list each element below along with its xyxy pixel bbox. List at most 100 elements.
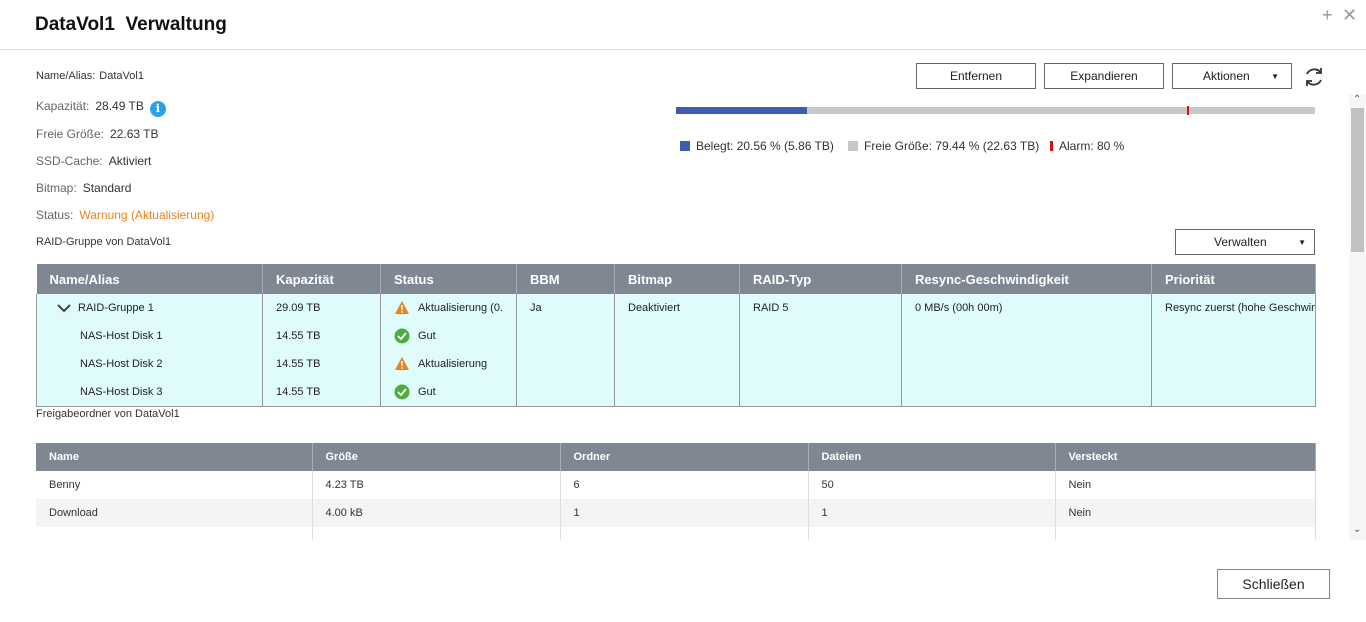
shares-table: Name Größe Ordner Dateien Versteckt Benn…: [36, 443, 1316, 540]
free-size-label: Freie Größe:: [36, 127, 105, 141]
col-share-folders[interactable]: Ordner: [560, 443, 809, 471]
vertical-scrollbar[interactable]: ⌃ ⌄: [1349, 94, 1366, 540]
col-capacity[interactable]: Kapazität: [262, 264, 381, 294]
table-row-clipped[interactable]: [36, 527, 1316, 540]
maximize-icon[interactable]: +: [1322, 5, 1333, 26]
close-icon[interactable]: ✕: [1342, 5, 1357, 26]
info-icon[interactable]: i: [149, 101, 166, 117]
col-share-name[interactable]: Name: [36, 443, 313, 471]
legend-alarm: Alarm: 80 %: [1050, 139, 1124, 153]
share-name: [36, 527, 313, 540]
share-files: 50: [808, 471, 1056, 499]
share-name: Benny: [36, 471, 313, 499]
raid-group-name: RAID-Gruppe 1: [78, 302, 154, 314]
share-size: 4.00 kB: [312, 499, 561, 527]
disk-capacity: 14.55 TB: [276, 330, 321, 342]
col-share-files[interactable]: Dateien: [808, 443, 1056, 471]
status-row: Status: Warnung (Aktualisierung): [36, 208, 214, 222]
free-size-value: 22.63 TB: [110, 127, 159, 141]
ssd-cache-row: SSD-Cache: Aktiviert: [36, 154, 151, 168]
bitmap-cell: Deaktiviert: [614, 294, 740, 407]
disk-row[interactable]: NAS-Host Disk 2: [50, 350, 249, 378]
scroll-up-icon[interactable]: ⌃: [1353, 94, 1361, 105]
shares-section-label: Freigabeordner von DataVol1: [36, 408, 180, 420]
bitmap-row: Bitmap: Standard: [36, 181, 131, 195]
free-size-row: Freie Größe: 22.63 TB: [36, 127, 159, 141]
legend-alarm-swatch: [1050, 141, 1053, 151]
legend-free-swatch: [848, 141, 858, 151]
capacity-cells: 29.09 TB 14.55 TB 14.55 TB 14.55 TB: [262, 294, 381, 407]
usage-bar: [676, 106, 1315, 115]
legend-used-swatch: [680, 141, 690, 151]
resync-cell: 0 MB/s (00h 00m): [901, 294, 1152, 407]
table-row[interactable]: Download 4.00 kB 1 1 Nein: [36, 499, 1316, 527]
actions-dropdown[interactable]: Aktionen ▼: [1172, 63, 1292, 89]
legend-alarm-text: Alarm: 80 %: [1059, 139, 1125, 153]
name-value: DataVol1: [99, 70, 144, 82]
remove-button[interactable]: Entfernen: [916, 63, 1036, 89]
legend-used-text: Belegt: 20.56 % (5.86 TB): [696, 139, 834, 153]
raid-type-cell: RAID 5: [739, 294, 902, 407]
capacity-label: Kapazität:: [36, 99, 90, 113]
share-folders: 6: [560, 471, 809, 499]
scroll-down-icon[interactable]: ⌄: [1353, 524, 1361, 535]
warning-icon: [395, 357, 409, 370]
share-files: [808, 527, 1056, 540]
status-text: Gut: [418, 330, 436, 342]
col-name[interactable]: Name/Alias: [36, 264, 263, 294]
disk-capacity: 14.55 TB: [276, 358, 321, 370]
table-row[interactable]: Benny 4.23 TB 6 50 Nein: [36, 471, 1316, 499]
share-size: [312, 527, 561, 540]
disk-row[interactable]: NAS-Host Disk 1: [50, 322, 249, 350]
close-button[interactable]: Schließen: [1217, 569, 1330, 599]
warning-icon: [395, 301, 409, 314]
raid-type-value: RAID 5: [753, 302, 789, 314]
col-bbm[interactable]: BBM: [516, 264, 615, 294]
priority-cell: Resync zuerst (hohe Geschwindigkeit): [1151, 294, 1316, 407]
dialog-content: Name/Alias: DataVol1 Kapazität: 28.49 TB i …: [0, 50, 1348, 540]
bitmap-value: Standard: [82, 181, 132, 195]
manage-dropdown[interactable]: Verwalten ▼: [1175, 229, 1315, 255]
actions-label: Aktionen: [1203, 69, 1250, 83]
share-name: Download: [36, 499, 313, 527]
chevron-down-icon[interactable]: [56, 300, 72, 316]
share-size: 4.23 TB: [312, 471, 561, 499]
dialog-title: DataVol1 Verwaltung: [35, 14, 227, 35]
status-text: Aktualisierung: [418, 358, 488, 370]
name-label: Name/Alias:: [36, 70, 96, 82]
share-hidden: Nein: [1055, 499, 1316, 527]
disk-status: Gut: [394, 378, 503, 406]
col-share-hidden[interactable]: Versteckt: [1055, 443, 1316, 471]
col-resync-speed[interactable]: Resync-Geschwindigkeit: [901, 264, 1152, 294]
raid-section-label: RAID-Gruppe von DataVol1: [36, 236, 172, 248]
legend-free: Freie Größe: 79.44 % (22.63 TB): [848, 139, 1039, 153]
manage-label: Verwalten: [1214, 235, 1267, 249]
col-priority[interactable]: Priorität: [1151, 264, 1316, 294]
bbm-cell: Ja: [516, 294, 615, 407]
shares-table-header: Name Größe Ordner Dateien Versteckt: [36, 443, 1316, 471]
scrollbar-thumb[interactable]: [1351, 108, 1364, 252]
share-files: 1: [808, 499, 1056, 527]
raid-table: Name/Alias Kapazität Status BBM Bitmap R…: [36, 264, 1316, 407]
status-cells: Aktualisierung (0.0% Gut Aktualisierung …: [380, 294, 517, 407]
col-raid-type[interactable]: RAID-Typ: [739, 264, 902, 294]
raid-table-header: Name/Alias Kapazität Status BBM Bitmap R…: [36, 264, 1316, 294]
capacity-row: Kapazität: 28.49 TB i: [36, 99, 166, 117]
raid-group-row[interactable]: RAID-Gruppe 1: [50, 294, 249, 322]
share-folders: 1: [560, 499, 809, 527]
refresh-icon[interactable]: [1302, 65, 1326, 89]
disk-row[interactable]: NAS-Host Disk 3: [50, 378, 249, 406]
bitmap-value: Deaktiviert: [628, 302, 680, 314]
expand-button[interactable]: Expandieren: [1044, 63, 1164, 89]
caret-down-icon: ▼: [1271, 71, 1279, 81]
disk-capacity: 14.55 TB: [276, 386, 321, 398]
ssd-cache-value: Aktiviert: [108, 154, 152, 168]
col-status[interactable]: Status: [380, 264, 517, 294]
share-folders: [560, 527, 809, 540]
check-icon: [394, 384, 410, 400]
share-hidden: Nein: [1055, 471, 1316, 499]
col-bitmap[interactable]: Bitmap: [614, 264, 740, 294]
col-share-size[interactable]: Größe: [312, 443, 561, 471]
usage-bar-used: [676, 107, 808, 114]
caret-down-icon: ▼: [1298, 237, 1306, 247]
